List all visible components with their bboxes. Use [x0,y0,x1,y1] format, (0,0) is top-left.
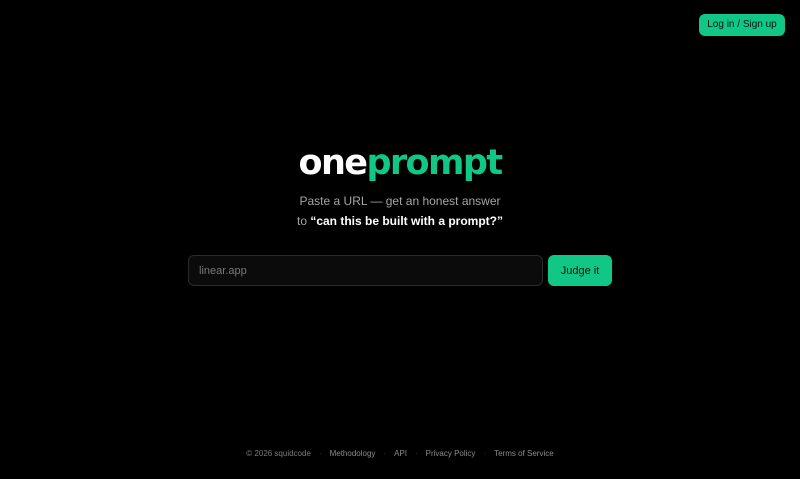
login-signup-button[interactable]: Log in / Sign up [699,14,785,36]
tagline-line-2: to “can this be built with a prompt?” [0,214,800,228]
footer: © 2026 squidcode · Methodology · API · P… [0,448,800,459]
footer-link-terms-of-service[interactable]: Terms of Service [494,448,554,459]
footer-separator: · [318,449,322,458]
brand-logo: oneprompt [0,141,800,185]
brand-logo-part-one: one [298,143,369,183]
footer-link-api[interactable]: API [394,448,407,459]
brand-logo-part-prompt: prompt [366,143,503,183]
footer-separator: · [483,449,487,458]
footer-copyright: © 2026 squidcode [246,449,311,458]
judge-it-button[interactable]: Judge it [548,255,612,286]
tagline-line-1: Paste a URL — get an honest answer [299,194,501,208]
tagline-question: “can this be built with a prompt?” [310,214,503,228]
page: Log in / Sign up oneprompt Paste a URL —… [0,0,800,479]
url-input[interactable] [188,255,543,286]
footer-link-methodology[interactable]: Methodology [330,448,376,459]
footer-separator: · [383,449,387,458]
footer-link-privacy-policy[interactable]: Privacy Policy [426,448,476,459]
footer-separator: · [414,449,418,458]
tagline-prefix: to [296,214,311,228]
